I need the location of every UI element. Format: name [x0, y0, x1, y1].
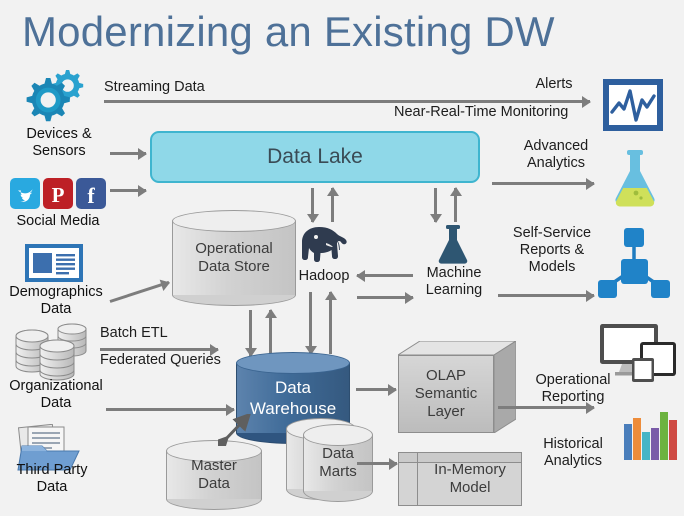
arrow-lake-to-ml [434, 188, 437, 222]
operational-data-store-node[interactable]: Operational Data Store [172, 210, 296, 306]
arrow-to-historical-analytics [498, 406, 594, 409]
cylinder-top [236, 352, 350, 374]
data-lake-label: Data Lake [267, 145, 363, 168]
arrow-thirdparty-to-dw [106, 408, 234, 411]
gears-icon [14, 64, 102, 126]
flow-label-near-real-time: Near-Real-Time Monitoring [394, 104, 569, 120]
monitor-chart-icon [602, 78, 664, 132]
hadoop-elephant-icon [296, 222, 352, 264]
diagram-canvas: Modernizing an Existing DW Devices & Sen… [0, 0, 684, 516]
arrow-ml-to-lake [454, 188, 457, 222]
arrow-master-data-to-dw [210, 412, 252, 455]
data-warehouse-label: Data Warehouse [249, 378, 337, 418]
source-label-social: Social Media [16, 213, 100, 229]
output-label-historical-analytics: Historical Analytics [543, 436, 603, 469]
arrow-dw-to-olap [356, 388, 396, 391]
svg-text:P: P [52, 183, 65, 207]
machine-learning-label: Machine Learning [425, 265, 483, 298]
flow-label-streaming-data: Streaming Data [104, 79, 205, 95]
source-label-demographics: Demographics Data [9, 284, 103, 317]
arrow-batch-etl [100, 348, 218, 351]
arrow-demographics-to-ods [109, 280, 170, 303]
page-title: Modernizing an Existing DW [22, 8, 555, 55]
output-label-advanced-analytics: Advanced Analytics [523, 138, 589, 171]
arrow-devices-to-lake [110, 152, 146, 155]
article-card-icon [24, 243, 84, 283]
arrow-streaming-to-alerts [104, 100, 590, 103]
social-media-icon: P f [10, 178, 106, 210]
arrow-social-to-lake [110, 189, 146, 192]
arrow-dw-to-ods [269, 310, 272, 356]
in-memory-model-label: In-Memory Model [434, 461, 506, 496]
source-label-devices: Devices & Sensors [26, 126, 92, 159]
output-label-self-service: Self-Service Reports & Models [512, 225, 592, 275]
node-network-icon [592, 222, 676, 300]
cylinder-top [172, 210, 296, 232]
database-stack-icon [14, 322, 94, 382]
master-data-node[interactable]: Master Data [166, 440, 262, 510]
arrow-lake-to-advanced-analytics [492, 182, 594, 185]
output-label-alerts: Alerts [535, 76, 573, 92]
table-column-divider [417, 453, 418, 505]
flask-icon [606, 148, 664, 210]
arrow-lake-to-hadoop [311, 188, 314, 222]
flow-label-batch-etl: Batch ETL [100, 325, 168, 341]
master-data-label: Master Data [191, 457, 237, 492]
arrow-ml-to-hadoop [357, 274, 413, 277]
arrow-hadoop-to-ml [357, 296, 413, 299]
arrow-hadoop-to-lake [331, 188, 334, 222]
cylinder-top [303, 424, 373, 446]
arrow-hadoop-to-dw [309, 292, 312, 354]
source-label-organizational: Organizational Data [9, 378, 103, 411]
source-label-thirdparty: Third Party Data [16, 462, 88, 495]
data-lake-node[interactable]: Data Lake [150, 131, 480, 183]
in-memory-model-node[interactable]: In-Memory Model [398, 452, 522, 506]
operational-data-store-label: Operational Data Store [195, 240, 273, 275]
arrow-dw-to-hadoop [329, 292, 332, 354]
svg-text:f: f [87, 183, 95, 208]
olap-label: OLAP Semantic Layer [398, 355, 494, 433]
hadoop-label: Hadoop [298, 268, 350, 284]
machine-learning-flask-icon [432, 224, 474, 264]
olap-semantic-layer-node[interactable]: OLAP Semantic Layer [398, 341, 516, 433]
arrow-to-self-service [498, 294, 594, 297]
devices-screens-icon [598, 322, 678, 384]
arrow-datamarts-to-inmemory [357, 462, 397, 465]
bar-chart-icon [622, 406, 678, 462]
